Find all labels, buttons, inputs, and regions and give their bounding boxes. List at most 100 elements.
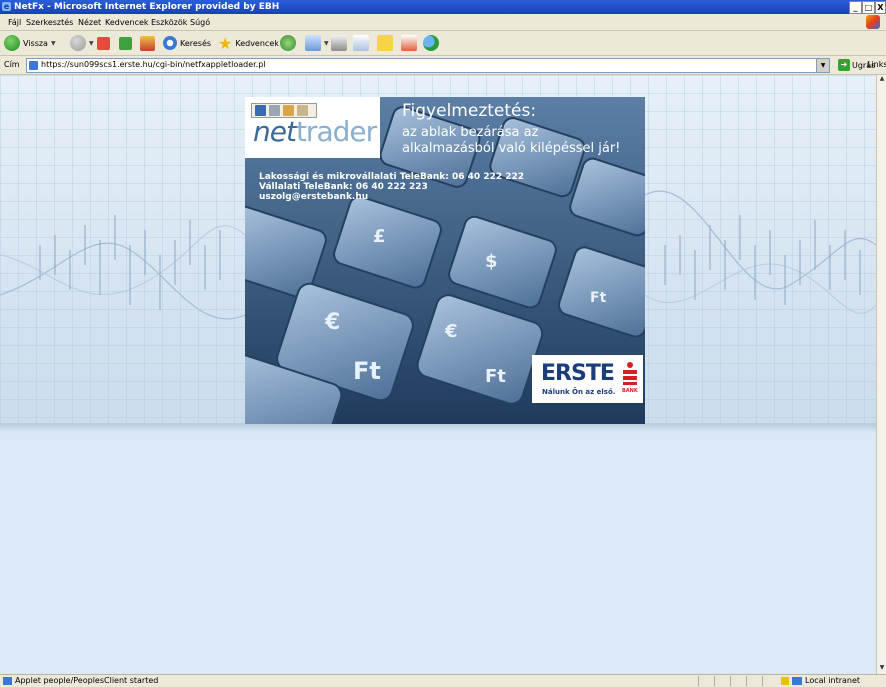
svg-text:Ft: Ft <box>353 357 381 385</box>
image-toolbar <box>251 103 317 118</box>
messenger-button[interactable] <box>423 34 439 52</box>
scroll-up-icon[interactable]: ▲ <box>878 75 886 85</box>
erste-bank-word: BANK <box>622 388 638 394</box>
menu-view[interactable]: Nézet <box>78 18 101 27</box>
logo-prefix: net <box>253 115 297 148</box>
svg-text:£: £ <box>373 226 386 247</box>
favorites-button[interactable]: ★ Kedvencek <box>218 33 279 53</box>
status-text: Applet people/PeoplesClient started <box>15 676 159 685</box>
back-dropdown-icon[interactable]: ▼ <box>51 40 56 47</box>
zone-label: Local intranet <box>805 676 861 685</box>
forward-arrow-icon <box>70 35 86 51</box>
mail-image-icon[interactable] <box>283 105 294 116</box>
status-page-icon <box>3 677 12 685</box>
address-url[interactable]: https://sun099scs1.erste.hu/cgi-bin/netf… <box>41 60 266 69</box>
notes-icon <box>377 35 393 51</box>
window-title: NetFx - Microsoft Internet Explorer prov… <box>14 2 280 12</box>
forward-button[interactable]: ▼ <box>70 34 94 52</box>
vertical-scrollbar[interactable]: ▲ ▼ <box>876 75 886 674</box>
mail-dropdown-icon[interactable]: ▼ <box>324 40 329 47</box>
address-input[interactable]: https://sun099scs1.erste.hu/cgi-bin/netf… <box>26 58 830 73</box>
research-icon <box>401 35 417 51</box>
menu-help[interactable]: Súgó <box>190 18 210 27</box>
status-bar: Applet people/PeoplesClient started Loca… <box>0 674 886 687</box>
refresh-icon <box>119 36 132 50</box>
status-pane <box>714 676 715 686</box>
security-zone: Local intranet <box>781 676 860 685</box>
history-button[interactable] <box>280 34 296 52</box>
erste-slogan: Nálunk Ön az első. <box>542 388 616 396</box>
warning-text: az ablak bezárása az alkalmazásból való … <box>402 125 642 157</box>
background-divider <box>0 423 876 433</box>
search-button[interactable]: Keresés <box>163 34 211 52</box>
title-bar: e NetFx - Microsoft Internet Explorer pr… <box>0 0 886 14</box>
research-button[interactable] <box>401 34 417 52</box>
svg-text:€: € <box>324 310 340 335</box>
erste-bank-mark-icon <box>623 362 637 385</box>
edit-button[interactable] <box>353 34 369 52</box>
back-label: Vissza <box>23 38 48 48</box>
nettrader-logo: nettrader <box>245 97 380 158</box>
erste-bank-logo: ERSTE BANK Nálunk Ön az első. <box>532 355 643 403</box>
address-bar: Cím https://sun099scs1.erste.hu/cgi-bin/… <box>0 56 886 75</box>
close-button[interactable]: X <box>875 1 886 14</box>
back-button[interactable]: Vissza ▼ <box>4 34 56 52</box>
address-label: Cím <box>4 60 20 69</box>
maximize-button[interactable]: □ <box>862 1 875 14</box>
notes-button[interactable] <box>377 34 393 52</box>
contact-email: uszolg@erstebank.hu <box>259 192 369 202</box>
search-icon <box>163 36 177 50</box>
address-dropdown-icon[interactable]: ▼ <box>816 59 829 72</box>
minimize-button[interactable]: _ <box>849 1 862 14</box>
my-pictures-icon[interactable] <box>297 105 308 116</box>
logo-suffix: trader <box>295 115 377 148</box>
search-label: Keresés <box>180 38 212 48</box>
svg-text:Ft: Ft <box>485 366 506 387</box>
status-pane <box>762 676 763 686</box>
warning-title: Figyelmeztetés: <box>402 101 537 121</box>
scroll-down-icon[interactable]: ▼ <box>878 664 886 674</box>
nettrader-logo-text: nettrader <box>253 115 377 148</box>
go-arrow-icon: ➜ <box>838 59 850 71</box>
page-icon <box>29 61 38 70</box>
ie-icon: e <box>2 2 11 11</box>
menu-bar: Fájl Szerkesztés Nézet Kedvencek Eszközö… <box>0 14 886 31</box>
messenger-icon <box>423 35 439 51</box>
contact-retail-telebank: Lakossági és mikrovállalati TeleBank: 06… <box>259 172 525 182</box>
forward-dropdown-icon[interactable]: ▼ <box>89 40 94 47</box>
svg-text:$: $ <box>485 251 498 272</box>
menu-edit[interactable]: Szerkesztés <box>26 18 73 27</box>
mail-icon <box>305 35 321 51</box>
svg-text:€: € <box>444 321 458 342</box>
stop-button[interactable] <box>97 34 110 52</box>
contact-corporate-telebank: Vállalati TeleBank: 06 40 222 223 <box>259 182 428 192</box>
links-button[interactable]: Links <box>867 60 886 69</box>
erste-brand-name: ERSTE <box>541 361 615 386</box>
menu-file[interactable]: Fájl <box>8 18 21 27</box>
favorites-star-icon: ★ <box>218 33 233 53</box>
standard-toolbar: Vissza ▼ ▼ Keresés ★ Kedvencek ▼ <box>0 31 886 56</box>
intranet-zone-icon <box>792 676 802 685</box>
svg-text:Ft: Ft <box>590 290 607 306</box>
warning-line-1: az ablak bezárása az <box>402 125 539 140</box>
refresh-button[interactable] <box>119 34 132 52</box>
status-pane <box>730 676 731 686</box>
back-arrow-icon <box>4 35 20 51</box>
home-button[interactable] <box>140 34 155 52</box>
print-image-icon[interactable] <box>269 105 280 116</box>
edit-page-icon <box>353 35 369 51</box>
menu-favorites[interactable]: Kedvencek <box>105 18 149 27</box>
save-image-icon[interactable] <box>255 105 266 116</box>
status-pane <box>746 676 747 686</box>
history-icon <box>280 35 296 51</box>
mail-button[interactable]: ▼ <box>305 34 329 52</box>
warning-line-2: alkalmazásból való kilépéssel jár! <box>402 141 621 156</box>
windows-logo-icon <box>866 15 880 29</box>
print-button[interactable] <box>331 34 347 52</box>
nettrader-banner: £ $ Ft € € Ft Ft nettrader Figyelmezteté… <box>245 97 645 424</box>
menu-tools[interactable]: Eszközök <box>151 18 187 27</box>
lock-icon <box>781 676 789 685</box>
status-pane <box>698 676 699 686</box>
favorites-label: Kedvencek <box>235 38 279 48</box>
stop-icon <box>97 36 110 50</box>
